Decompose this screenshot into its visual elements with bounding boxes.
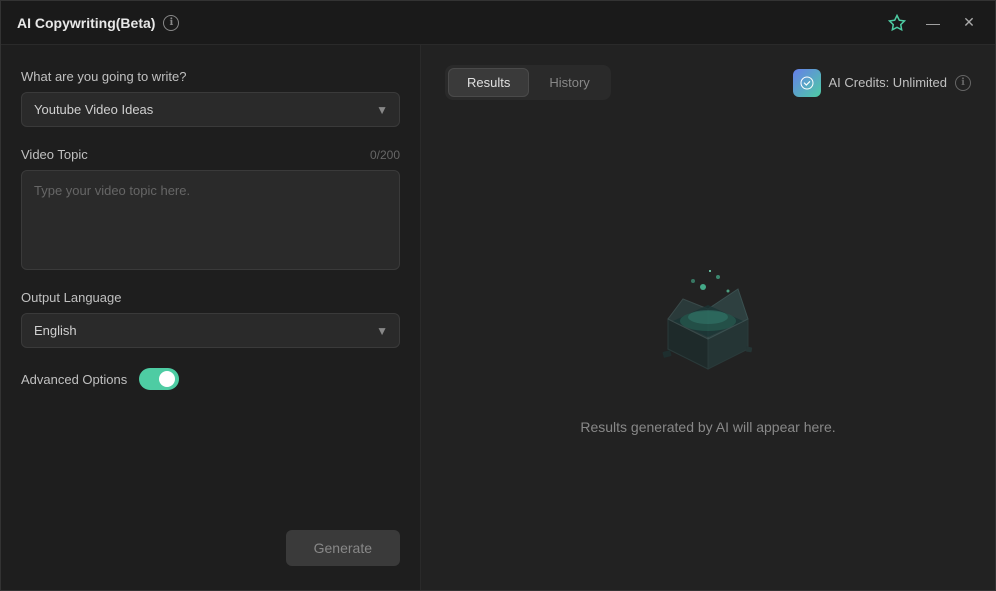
box-illustration [628,259,788,399]
pin-icon[interactable] [887,13,907,33]
right-panel-header: Results History AI Credits: Unlimited ℹ [445,65,971,100]
ai-credits: AI Credits: Unlimited ℹ [793,69,971,97]
minimize-button[interactable]: — [923,13,943,33]
write-type-section: What are you going to write? Youtube Vid… [21,69,400,127]
video-topic-label-row: Video Topic 0/200 [21,147,400,162]
title-bar: AI Copywriting(Beta) ℹ — ✕ [1,1,995,45]
write-type-select[interactable]: Youtube Video Ideas Blog Post Product De… [21,92,400,127]
app-window: AI Copywriting(Beta) ℹ — ✕ What are you … [0,0,996,591]
generate-btn-container: Generate [21,530,400,566]
main-content: What are you going to write? Youtube Vid… [1,45,995,590]
close-button[interactable]: ✕ [959,13,979,33]
info-icon[interactable]: ℹ [163,15,179,31]
title-bar-left: AI Copywriting(Beta) ℹ [17,15,179,31]
tab-history[interactable]: History [531,68,607,97]
write-type-select-wrapper: Youtube Video Ideas Blog Post Product De… [21,92,400,127]
video-topic-label: Video Topic [21,147,88,162]
app-title: AI Copywriting(Beta) [17,15,155,31]
generate-button[interactable]: Generate [286,530,400,566]
write-type-label: What are you going to write? [21,69,400,84]
right-panel: Results History AI Credits: Unlimited ℹ [421,45,995,590]
advanced-options-label: Advanced Options [21,372,127,387]
tab-results[interactable]: Results [448,68,529,97]
advanced-options-row: Advanced Options [21,368,400,390]
language-select[interactable]: English Spanish French German Chinese [21,313,400,348]
output-language-label: Output Language [21,290,400,305]
empty-state: Results generated by AI will appear here… [445,124,971,570]
output-language-section: Output Language English Spanish French G… [21,290,400,348]
language-select-wrapper: English Spanish French German Chinese ▼ [21,313,400,348]
left-panel: What are you going to write? Youtube Vid… [1,45,421,590]
ai-credits-label: AI Credits: Unlimited [829,75,947,90]
title-bar-right: — ✕ [887,13,979,33]
char-count: 0/200 [370,148,400,162]
credits-info-icon[interactable]: ℹ [955,75,971,91]
empty-state-text: Results generated by AI will appear here… [580,419,835,435]
video-topic-input[interactable] [21,170,400,270]
video-topic-section: Video Topic 0/200 [21,147,400,270]
tabs-group: Results History [445,65,611,100]
ai-credits-icon [793,69,821,97]
advanced-options-toggle[interactable] [139,368,179,390]
